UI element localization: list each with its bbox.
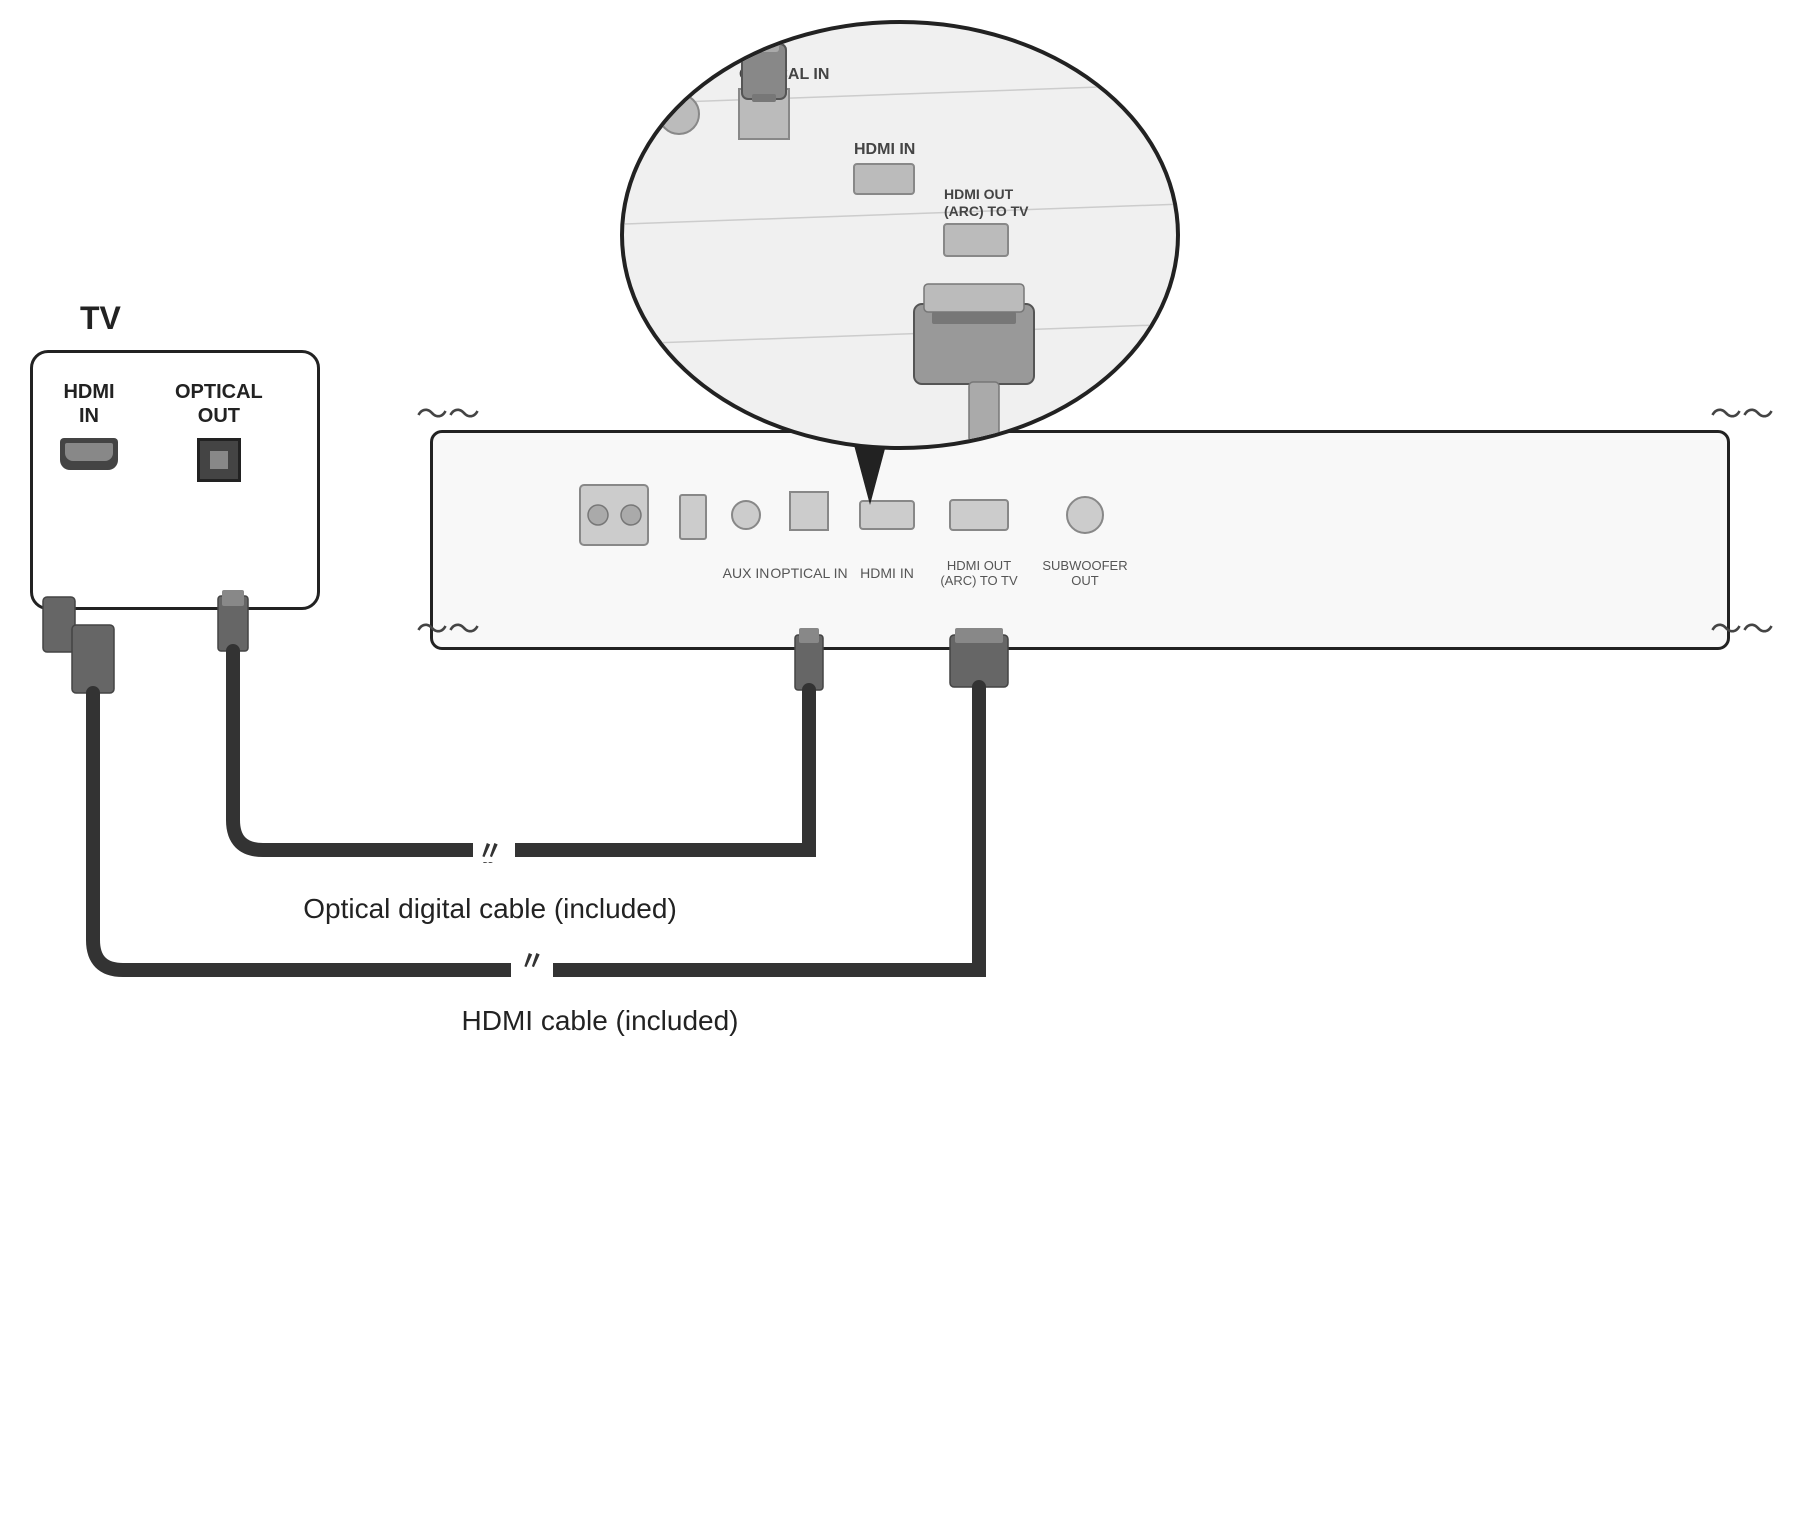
soundbar-body — [430, 430, 1730, 650]
callout-circle: AUX IN OPTICAL IN HDMI IN HDMI OUT (ARC)… — [620, 20, 1180, 450]
svg-text:〜〜: 〜〜 — [416, 396, 480, 432]
hdmi-cable-label: HDMI cable (included) — [462, 1005, 739, 1037]
callout-inner-svg: AUX IN OPTICAL IN HDMI IN HDMI OUT (ARC)… — [624, 24, 1180, 450]
tv-hdmi-label: HDMIIN — [63, 380, 114, 428]
optical-cable-label: Optical digital cable (included) — [303, 893, 677, 925]
svg-text:HDMI IN: HDMI IN — [854, 141, 915, 158]
tv-optical-label: OPTICALOUT — [175, 380, 263, 428]
tv-hdmi-port — [60, 438, 118, 470]
tv-optical-out-group: OPTICALOUT — [175, 380, 263, 482]
tv-hdmi-in-group: HDMIIN — [60, 380, 118, 470]
svg-text:〃: 〃 — [519, 946, 545, 976]
svg-text:HDMI OUT: HDMI OUT — [944, 186, 1014, 202]
tv-label: TV — [80, 300, 121, 337]
svg-text:ʃʃ: ʃʃ — [483, 837, 497, 864]
svg-text:AUX IN: AUX IN — [654, 66, 708, 83]
tv-optical-port — [197, 438, 241, 482]
svg-text:〃: 〃 — [477, 836, 503, 866]
svg-text:(ARC) TO TV: (ARC) TO TV — [944, 203, 1029, 219]
diagram-container: TV HDMIIN OPTICALOUT AUX IN OPTICAL IN H… — [0, 0, 1805, 1533]
svg-text:〜〜: 〜〜 — [1710, 396, 1774, 432]
